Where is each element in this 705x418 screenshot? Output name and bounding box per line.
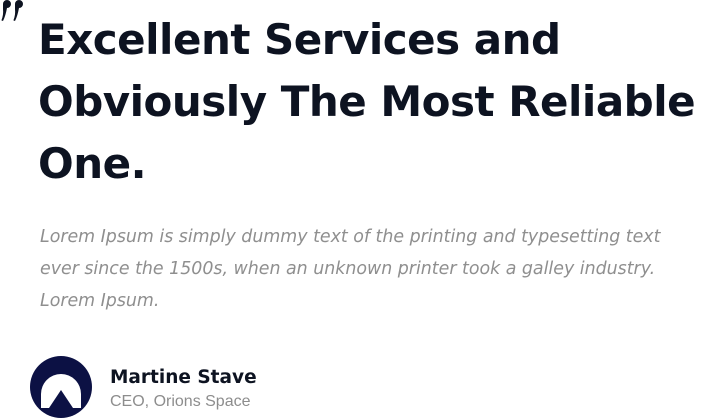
author-name: Martine Stave — [110, 367, 257, 388]
author-role: CEO, Orions Space — [110, 393, 251, 410]
company-logo — [30, 356, 92, 418]
author-block: Martine Stave CEO, Orions Space — [30, 356, 257, 418]
quote-icon — [1, 0, 23, 21]
testimonial-body: Lorem Ipsum is simply dummy text of the … — [40, 227, 661, 311]
author-info: Martine Stave CEO, Orions Space — [110, 356, 257, 413]
testimonial-headline: Excellent Services and Obviously The Mos… — [38, 15, 696, 188]
